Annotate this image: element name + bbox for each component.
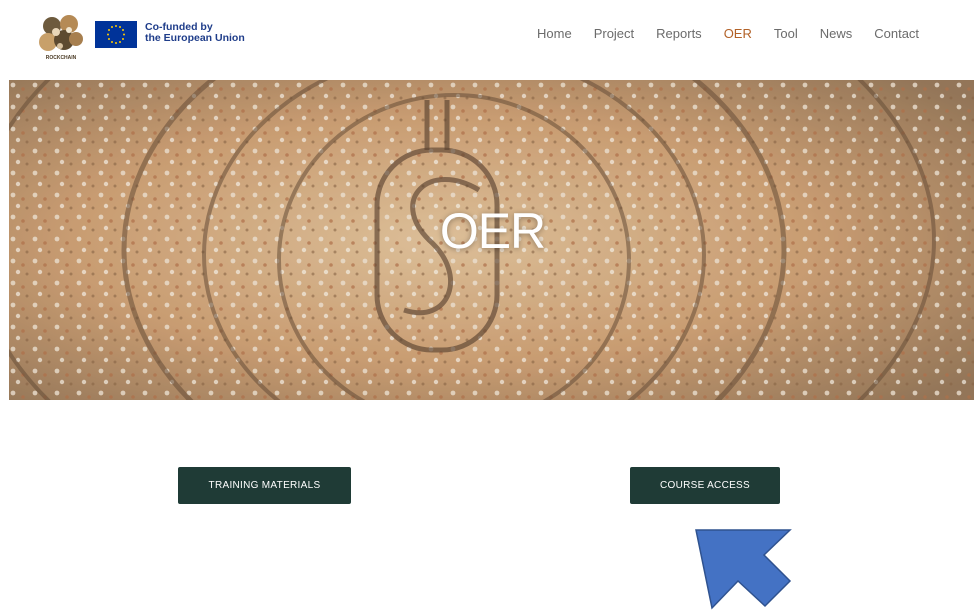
rockchain-logo[interactable]: ROCKCHAIN <box>36 12 86 62</box>
nav-news[interactable]: News <box>820 26 853 41</box>
hero-banner: OER <box>9 80 974 400</box>
course-access-button[interactable]: COURSE ACCESS <box>630 467 780 504</box>
pointer-arrow-icon <box>695 529 792 610</box>
site-header: ROCKCHAIN Co-funded by the European Unio… <box>0 0 974 72</box>
nav-tool[interactable]: Tool <box>774 26 798 41</box>
eu-flag-icon <box>95 21 137 48</box>
logo-text: ROCKCHAIN <box>46 55 77 61</box>
hero-title: OER <box>439 203 546 259</box>
nav-project[interactable]: Project <box>594 26 634 41</box>
nav-contact[interactable]: Contact <box>874 26 919 41</box>
eu-cofunded-text: Co-funded by the European Union <box>145 22 245 44</box>
eu-line-2: the European Union <box>145 32 245 44</box>
nav-oer[interactable]: OER <box>724 26 752 41</box>
training-materials-button[interactable]: TRAINING MATERIALS <box>178 467 351 504</box>
main-nav: Home Project Reports OER Tool News Conta… <box>537 26 919 41</box>
nav-reports[interactable]: Reports <box>656 26 702 41</box>
nav-home[interactable]: Home <box>537 26 572 41</box>
